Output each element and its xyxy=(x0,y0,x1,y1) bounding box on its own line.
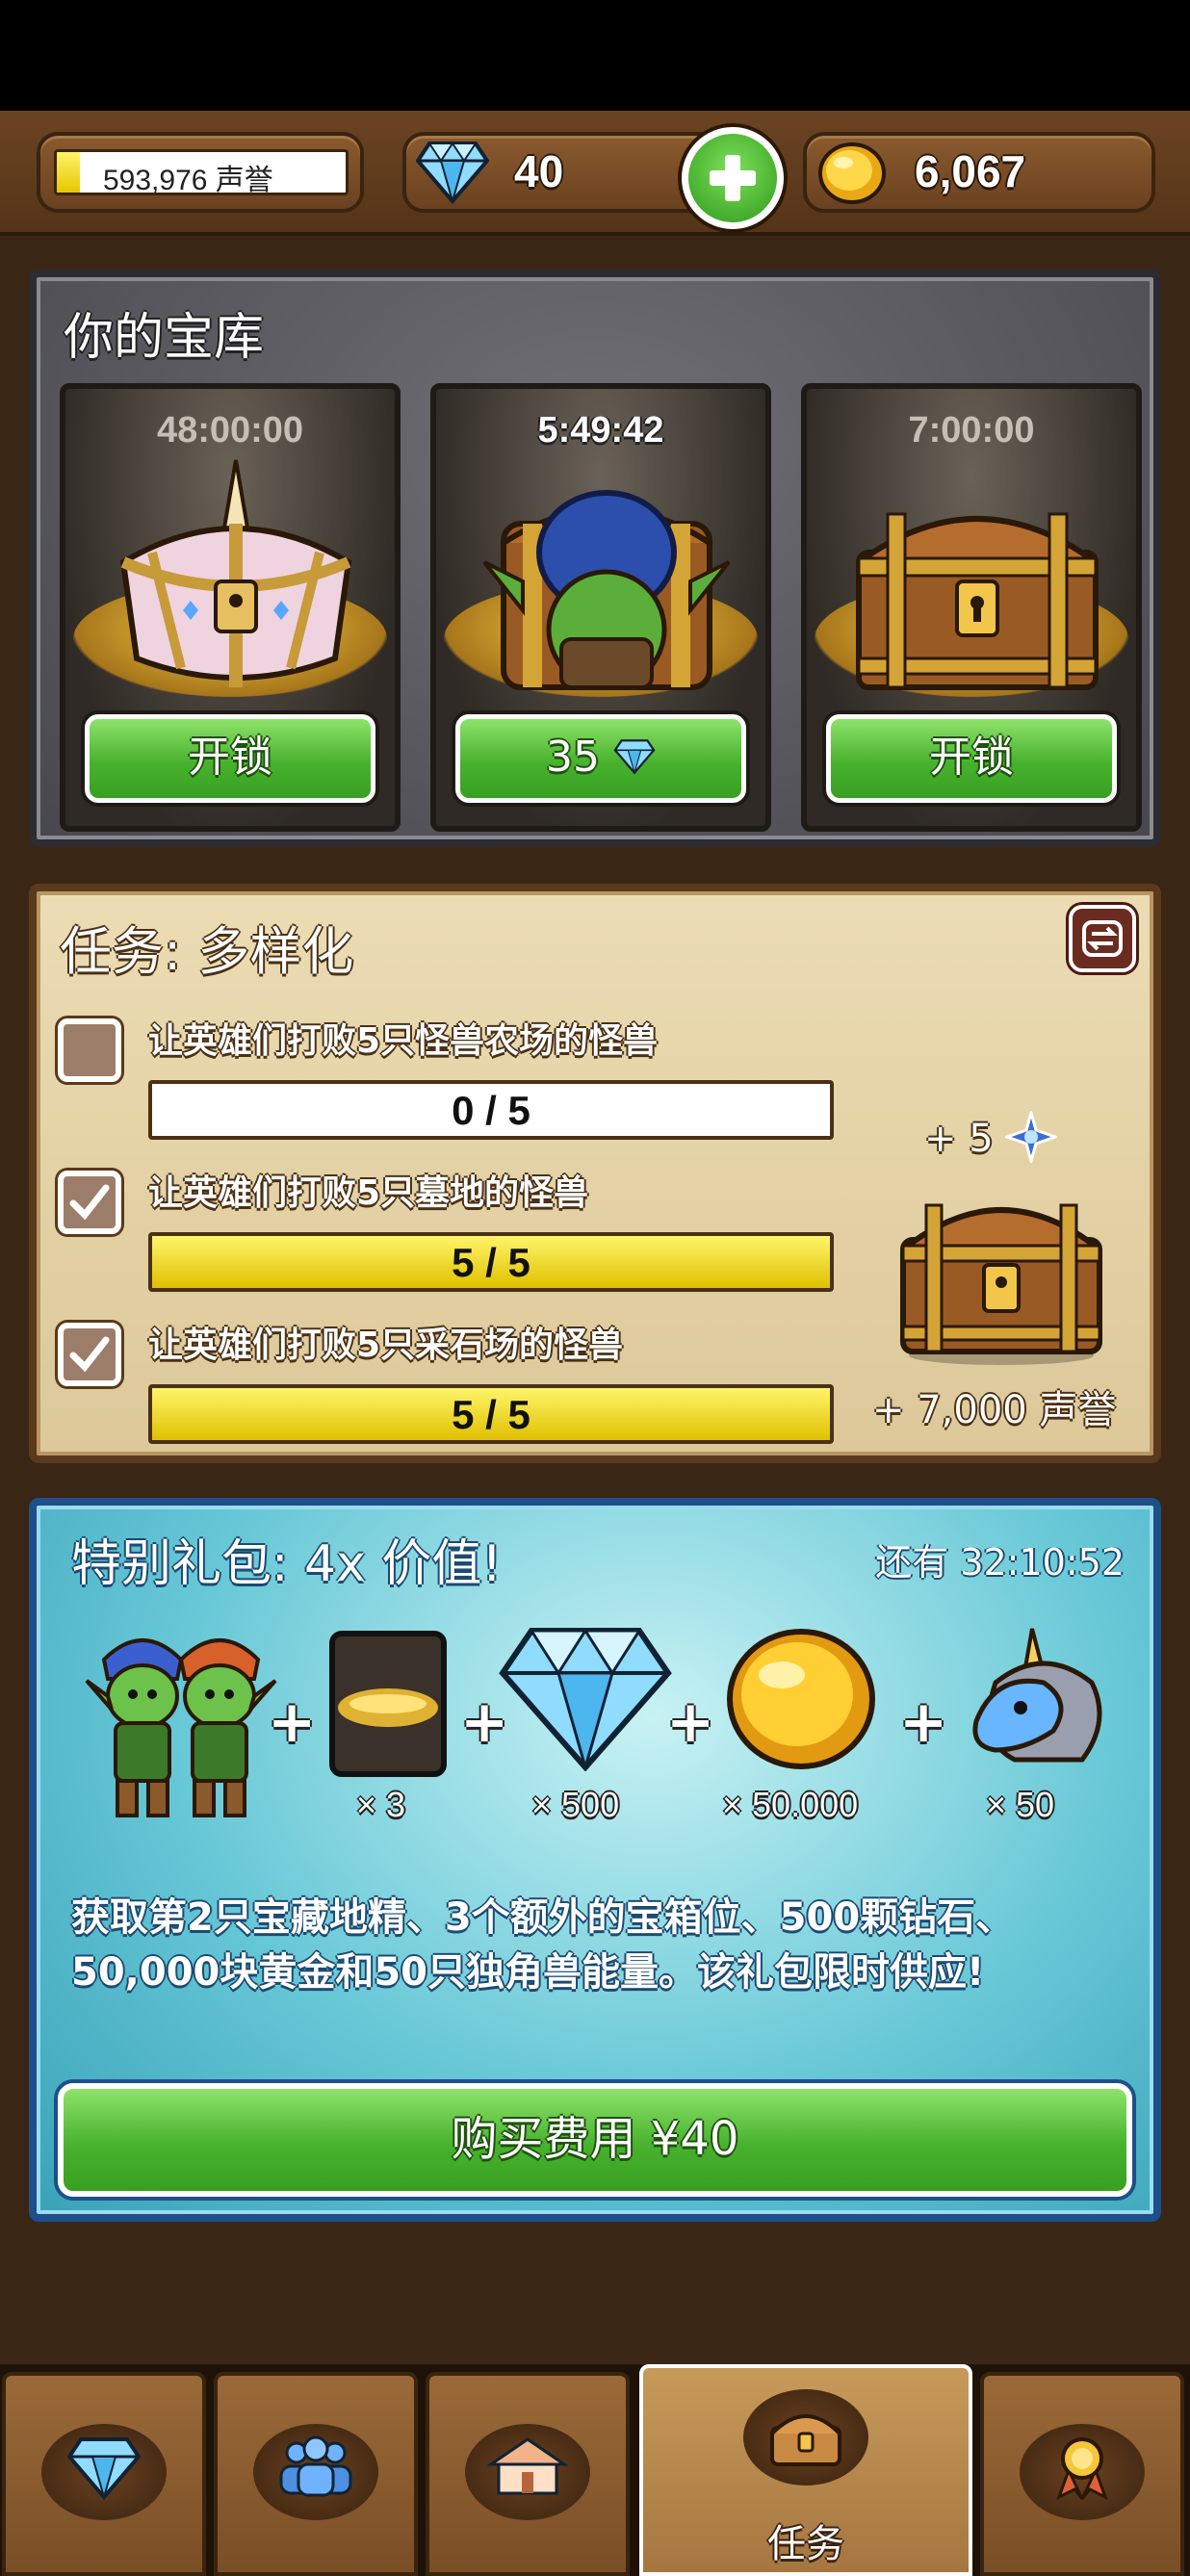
chest-icon xyxy=(770,2414,841,2466)
unicorn-icon xyxy=(972,1628,1102,1763)
unlock-button[interactable]: 开锁 xyxy=(826,714,1117,803)
gem-burst-icon xyxy=(1002,1107,1060,1167)
gold-coin-icon xyxy=(727,1629,875,1769)
speedup-cost: 35 xyxy=(546,733,600,782)
offer-timer: 还有 32:10:52 xyxy=(875,1541,1125,1584)
vault-title: 你的宝库 xyxy=(64,309,265,367)
gold-pill[interactable]: 6,067 xyxy=(803,132,1155,213)
wooden-chest-icon xyxy=(856,512,1099,690)
speedup-button[interactable]: 35 xyxy=(455,714,746,803)
gold-coin-icon xyxy=(818,142,886,204)
plus-sign: + xyxy=(899,1688,948,1756)
special-offer-panel: 特别礼包: 4x 价值! 还有 32:10:52 + × 3 + × 500 +… xyxy=(29,1498,1161,2222)
unicorn-chest-icon xyxy=(119,459,352,687)
tab-heroes[interactable] xyxy=(214,2372,418,2576)
change-quest-button[interactable] xyxy=(1069,905,1136,972)
offer-title: 特别礼包: 4x 价值! xyxy=(71,1535,503,1593)
check-icon xyxy=(69,1336,110,1373)
swap-icon xyxy=(1082,920,1123,957)
plus-sign: + xyxy=(666,1688,715,1756)
diamond-icon xyxy=(499,1628,672,1771)
vault-slot-2[interactable]: 5:49:42 35 xyxy=(430,383,771,832)
goblin-pair-icon xyxy=(85,1638,277,1817)
bottom-nav: 任务 xyxy=(0,2364,1190,2576)
reputation-value: 593,976 声誉 xyxy=(103,165,273,195)
tab-quests-label: 任务 xyxy=(767,2522,844,2566)
task-checkbox xyxy=(58,1171,121,1234)
tab-town[interactable] xyxy=(426,2372,630,2576)
reputation-fill xyxy=(57,152,80,193)
vault-slot-3[interactable]: 7:00:00 开锁 xyxy=(801,383,1142,832)
unicorn-qty: × 50 xyxy=(986,1785,1055,1824)
tab-quests[interactable]: 任务 xyxy=(639,2364,972,2576)
quest-title: 任务: 多样化 xyxy=(60,921,354,982)
diamond-qty: × 500 xyxy=(531,1785,620,1824)
chest-slot-card-icon xyxy=(329,1631,447,1777)
town-icon xyxy=(487,2437,568,2495)
tab-gems[interactable] xyxy=(2,2372,206,2576)
reputation-pill[interactable]: 593,976 声誉 xyxy=(37,132,364,213)
gem-count: 40 xyxy=(514,146,564,196)
tab-achievements[interactable] xyxy=(980,2372,1184,2576)
slot-timer: 48:00:00 xyxy=(156,410,304,451)
buy-offer-button[interactable]: 购买费用 ¥40 xyxy=(58,2083,1132,2197)
task-checkbox xyxy=(58,1018,121,1082)
buy-gems-button[interactable] xyxy=(682,127,784,229)
reward-gems: + 5 xyxy=(924,1107,1060,1167)
check-icon xyxy=(69,1184,110,1221)
gems-icon xyxy=(67,2437,141,2501)
vault-panel: 你的宝库 48:00:00 开锁 5:49:42 35 7:00:00 开锁 xyxy=(29,270,1161,847)
plus-sign: + xyxy=(268,1688,317,1756)
quest-panel: 任务: 多样化 让英雄们打败5只怪兽农场的怪兽 0 / 5 让英雄们打败5只墓地… xyxy=(29,884,1161,1463)
gold-count: 6,067 xyxy=(915,146,1026,196)
resource-bar: 593,976 声誉 40 6,067 xyxy=(0,111,1190,236)
task-progress-count: 5 / 5 xyxy=(452,1240,530,1285)
task-progress-bar: 5 / 5 xyxy=(148,1384,834,1444)
task-progress-count: 5 / 5 xyxy=(452,1392,530,1437)
reward-reputation: + 7,000 声誉 xyxy=(872,1388,1117,1432)
plus-icon xyxy=(710,155,756,201)
slot-timer: 5:49:42 xyxy=(537,410,664,451)
diamond-icon xyxy=(416,142,489,205)
diamond-icon xyxy=(613,739,656,775)
reward-chest-icon xyxy=(900,1203,1102,1365)
heroes-icon xyxy=(279,2435,352,2497)
vault-slot-1[interactable]: 48:00:00 开锁 xyxy=(60,383,401,832)
slot-card-qty: × 3 xyxy=(356,1785,406,1824)
medal-icon xyxy=(1056,2437,1108,2501)
reputation-bar: 593,976 声誉 xyxy=(54,149,349,195)
status-bar xyxy=(0,0,1190,111)
unlock-button[interactable]: 开锁 xyxy=(85,714,375,803)
task-label: 让英雄们打败5只墓地的怪兽 xyxy=(148,1173,589,1213)
task-label: 让英雄们打败5只采石场的怪兽 xyxy=(148,1326,624,1365)
task-progress-bar: 0 / 5 xyxy=(148,1080,834,1140)
task-progress-count: 0 / 5 xyxy=(452,1088,530,1133)
slot-timer: 7:00:00 xyxy=(908,410,1035,451)
task-progress-bar: 5 / 5 xyxy=(148,1232,834,1292)
gold-qty: × 50.000 xyxy=(722,1785,859,1824)
offer-description: 获取第2只宝藏地精、3个额外的宝箱位、500颗钻石、50,000块黄金和50只独… xyxy=(71,1895,1015,1995)
task-checkbox xyxy=(58,1323,121,1386)
goblin-chest-icon xyxy=(482,490,731,690)
task-label: 让英雄们打败5只怪兽农场的怪兽 xyxy=(148,1021,659,1061)
